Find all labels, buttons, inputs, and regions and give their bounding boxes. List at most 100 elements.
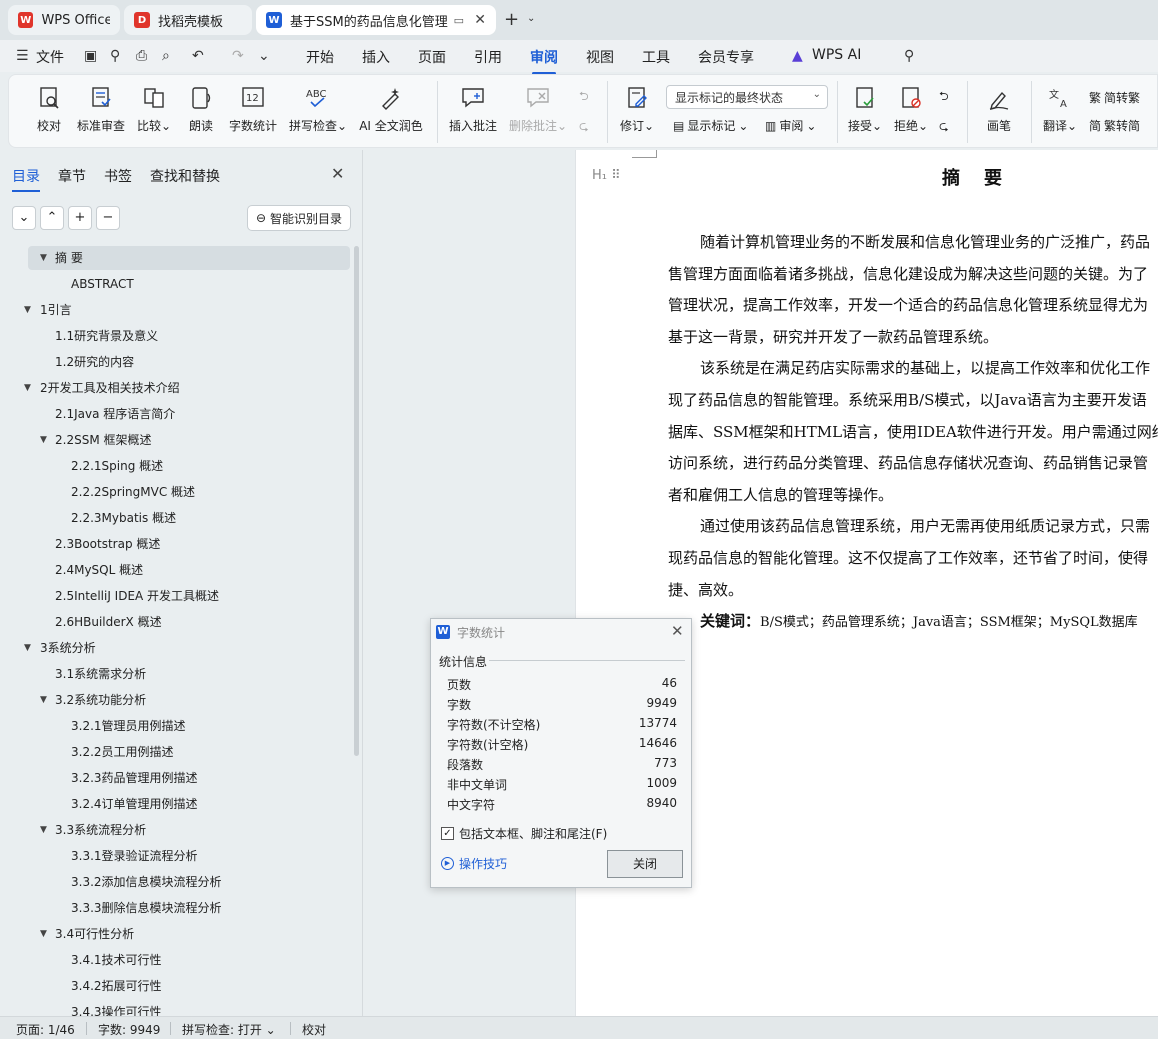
- compare-button[interactable]: 比较⌄: [133, 85, 175, 134]
- nav-tab-sections[interactable]: 章节: [58, 166, 86, 186]
- toc-item[interactable]: 3.2.4订单管理用例描述: [28, 792, 350, 816]
- menu-tools[interactable]: 工具: [642, 47, 670, 67]
- translate-button[interactable]: 文A 翻译⌄: [1039, 85, 1081, 134]
- toc-item[interactable]: ▼ 3.3系统流程分析: [28, 818, 350, 842]
- menu-file[interactable]: 文件: [36, 47, 64, 67]
- close-button[interactable]: 关闭: [607, 850, 683, 878]
- heading-drag-handle-icon[interactable]: H₁ ⠿: [592, 168, 621, 183]
- new-tab-icon[interactable]: +: [504, 9, 519, 30]
- toc-item[interactable]: 2.4MySQL 概述: [28, 558, 350, 582]
- toc-item[interactable]: 1.2研究的内容: [28, 350, 350, 374]
- dialog-title-bar[interactable]: W 字数统计 ✕: [431, 619, 691, 645]
- nav-tab-bookmarks[interactable]: 书签: [104, 166, 132, 186]
- standard-review-button[interactable]: 标准审查: [73, 85, 129, 134]
- nav-tab-find-replace[interactable]: 查找和替换: [150, 166, 220, 186]
- expand-arrow-icon[interactable]: ▼: [40, 246, 47, 270]
- insert-comment-button[interactable]: 插入批注: [445, 85, 501, 134]
- expand-arrow-icon[interactable]: ▼: [40, 688, 47, 712]
- show-markup-button[interactable]: ▤ 显示标记 ⌄: [673, 117, 748, 134]
- toc-item[interactable]: 2.3Bootstrap 概述: [28, 532, 350, 556]
- review-pane-button[interactable]: ▥ 审阅 ⌄: [765, 117, 816, 134]
- menu-view[interactable]: 视图: [586, 47, 614, 67]
- window-mode-icon[interactable]: ▭: [454, 14, 464, 27]
- expand-arrow-icon[interactable]: ▼: [40, 922, 47, 946]
- toc-item[interactable]: 3.4.2拓展可行性: [28, 974, 350, 998]
- next-change-icon[interactable]: ⮎: [939, 117, 949, 138]
- toc-item[interactable]: 3.3.2添加信息模块流程分析: [28, 870, 350, 894]
- toc-item[interactable]: 1.1研究背景及意义: [28, 324, 350, 348]
- toc-item[interactable]: 3.3.1登录验证流程分析: [28, 844, 350, 868]
- quick-access-more-icon[interactable]: ⌄: [258, 48, 270, 64]
- toc-item[interactable]: ▼ 摘 要: [28, 246, 350, 270]
- proofread-indicator[interactable]: 校对: [302, 1021, 326, 1038]
- save-icon[interactable]: ▣: [84, 48, 97, 64]
- ai-polish-button[interactable]: AI 全文润色: [355, 85, 427, 134]
- toc-item[interactable]: 3.2.2员工用例描述: [28, 740, 350, 764]
- toc-item[interactable]: ▼ 3.2系统功能分析: [28, 688, 350, 712]
- menu-reference[interactable]: 引用: [474, 47, 502, 67]
- toc-item[interactable]: 3.2.1管理员用例描述: [28, 714, 350, 738]
- remove-heading-button[interactable]: −: [96, 206, 120, 230]
- expand-arrow-icon[interactable]: ▼: [40, 818, 47, 842]
- toc-item[interactable]: 2.2.1Sping 概述: [28, 454, 350, 478]
- expand-arrow-icon[interactable]: ▼: [24, 298, 31, 322]
- close-icon[interactable]: ✕: [331, 164, 344, 183]
- delete-comment-button[interactable]: 删除批注⌄: [505, 85, 571, 134]
- include-textbox-checkbox[interactable]: ✓ 包括文本框、脚注和尾注(F): [441, 825, 607, 842]
- tab-document[interactable]: W 基于SSM的药品信息化管理系 ▭ ✕: [256, 5, 496, 35]
- pen-button[interactable]: 画笔: [979, 85, 1019, 134]
- smart-toc-button[interactable]: ⊖ 智能识别目录: [247, 205, 351, 231]
- menu-insert[interactable]: 插入: [362, 47, 390, 67]
- expand-arrow-icon[interactable]: ▼: [24, 376, 31, 400]
- menu-icon[interactable]: ☰: [16, 48, 29, 64]
- toc-item[interactable]: ▼ 3.4可行性分析: [28, 922, 350, 946]
- track-changes-button[interactable]: 修订⌄: [615, 85, 659, 134]
- toc-item[interactable]: 2.6HBuilderX 概述: [28, 610, 350, 634]
- expand-button[interactable]: ⌃: [40, 206, 64, 230]
- toc-item[interactable]: 2.2.3Mybatis 概述: [28, 506, 350, 530]
- toc-item[interactable]: 3.4.3操作可行性: [28, 1000, 350, 1016]
- reject-button[interactable]: 拒绝⌄: [891, 85, 931, 134]
- previous-comment-icon[interactable]: ⮌: [579, 87, 589, 108]
- accept-button[interactable]: 接受⌄: [845, 85, 885, 134]
- markup-mode-select[interactable]: 显示标记的最终状态 ⌄: [666, 85, 828, 109]
- toc-item[interactable]: 3.1系统需求分析: [28, 662, 350, 686]
- proofread-button[interactable]: 校对: [29, 85, 69, 134]
- toc-item[interactable]: ▼ 2.2SSM 框架概述: [28, 428, 350, 452]
- expand-arrow-icon[interactable]: ▼: [40, 428, 47, 452]
- menu-review[interactable]: 审阅: [530, 47, 558, 75]
- menu-page[interactable]: 页面: [418, 47, 446, 67]
- tips-link[interactable]: ▶ 操作技巧: [441, 855, 507, 872]
- undo-icon[interactable]: ↶: [192, 48, 204, 64]
- toc-item[interactable]: 3.3.3删除信息模块流程分析: [28, 896, 350, 920]
- next-comment-icon[interactable]: ⮎: [579, 117, 589, 138]
- collapse-button[interactable]: ⌄: [12, 206, 36, 230]
- tab-docer-templates[interactable]: D 找稻壳模板: [124, 5, 252, 35]
- search-icon[interactable]: ⚲: [904, 48, 914, 64]
- expand-arrow-icon[interactable]: ▼: [24, 636, 31, 660]
- to-traditional-button[interactable]: 繁 简转繁: [1089, 89, 1140, 106]
- toc-item[interactable]: ▼ 2开发工具及相关技术介绍: [24, 376, 350, 400]
- toc-item[interactable]: 2.5IntelliJ IDEA 开发工具概述: [28, 584, 350, 608]
- print-icon[interactable]: ⎙: [136, 48, 147, 64]
- wps-ai-icon[interactable]: ▲: [792, 48, 803, 64]
- share-icon[interactable]: ⚲: [110, 48, 120, 64]
- previous-change-icon[interactable]: ⮌: [939, 87, 949, 108]
- toc-item[interactable]: 3.4.1技术可行性: [28, 948, 350, 972]
- to-simplified-button[interactable]: 简 繁转简: [1089, 117, 1140, 134]
- spell-check-indicator[interactable]: 拼写检查: 打开 ⌄: [182, 1021, 276, 1038]
- close-tab-icon[interactable]: ✕: [474, 12, 486, 28]
- spell-check-button[interactable]: ABC 拼写检查⌄: [287, 85, 349, 134]
- print-preview-icon[interactable]: ⌕: [162, 48, 170, 64]
- redo-icon[interactable]: ↷: [232, 48, 244, 64]
- close-icon[interactable]: ✕: [671, 622, 684, 640]
- toc-item[interactable]: 2.1Java 程序语言简介: [28, 402, 350, 426]
- word-count-indicator[interactable]: 字数: 9949: [98, 1021, 160, 1038]
- tab-wps-office[interactable]: W WPS Office: [8, 5, 120, 35]
- nav-tab-toc[interactable]: 目录: [12, 166, 40, 192]
- page-indicator[interactable]: 页面: 1/46: [16, 1021, 75, 1038]
- menu-member[interactable]: 会员专享: [698, 47, 754, 67]
- menu-start[interactable]: 开始: [306, 47, 334, 67]
- toc-item[interactable]: ▼ 3系统分析: [24, 636, 350, 660]
- read-aloud-button[interactable]: 朗读: [183, 85, 219, 134]
